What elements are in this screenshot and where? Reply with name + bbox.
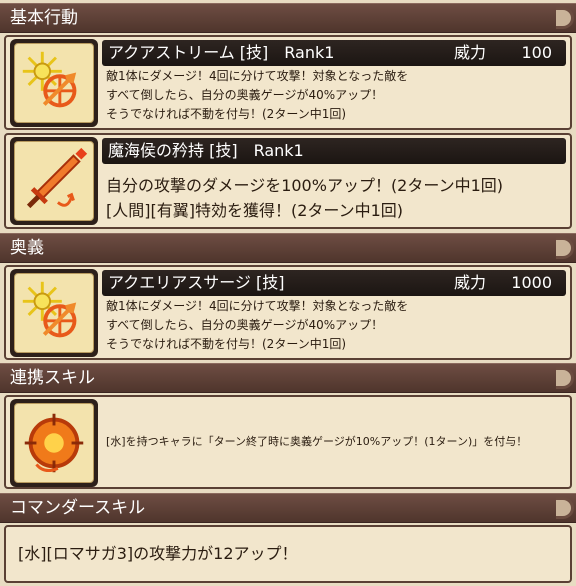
power-value: 1000 xyxy=(511,273,552,292)
section-header-basic: 基本行動 xyxy=(0,3,576,33)
skill-desc-line: 自分の攻撃のダメージを100%アップ！(2ターン中1回) xyxy=(106,176,503,195)
header-ornament xyxy=(556,497,574,519)
water-burst-icon xyxy=(14,273,94,353)
skill-name-bar: アクアストリーム [技] Rank1 威力 100 xyxy=(102,40,566,66)
skill-desc-line: すべて倒したら、自分の奥義ゲージが40%アップ！ xyxy=(106,88,384,102)
section-header-ougi: 奥義 xyxy=(0,233,576,263)
skill-name-bar: 魔海侯の矜持 [技] Rank1 xyxy=(102,138,566,164)
skill-card-makaikou[interactable]: 魔海侯の矜持 [技] Rank1 自分の攻撃のダメージを100%アップ！(2ター… xyxy=(4,133,572,229)
renkei-skill-card[interactable]: [水]を持つキャラに「ターン終了時に奥義ゲージが10%アップ！(1ターン)」を付… xyxy=(4,395,572,489)
skill-card-aqua-stream[interactable]: アクアストリーム [技] Rank1 威力 100 敵1体にダメージ！4回に分け… xyxy=(4,35,572,130)
skill-name: 魔海侯の矜持 [技] Rank1 xyxy=(108,141,304,160)
skill-name: アクアストリーム [技] Rank1 xyxy=(108,43,335,62)
header-ornament xyxy=(556,237,574,259)
water-crest-icon xyxy=(14,403,94,483)
skill-icon-frame xyxy=(10,399,98,487)
skill-name: アクエリアスサージ [技] xyxy=(108,273,285,292)
skill-desc-line: すべて倒したら、自分の奥義ゲージが40%アップ！ xyxy=(106,318,384,332)
section-title: コマンダースキル xyxy=(10,498,146,518)
power-label: 威力 xyxy=(454,273,487,292)
skill-desc-line: そうでなければ不動を付与！(2ターン中1回) xyxy=(106,337,347,351)
commander-skill-card[interactable]: [水][ロマサガ3]の攻撃力が12アップ！ xyxy=(4,525,572,583)
section-title: 基本行動 xyxy=(10,8,78,28)
skill-desc-line: 敵1体にダメージ！4回に分けて攻撃！対象となった敵を xyxy=(106,299,409,313)
skill-icon-frame xyxy=(10,269,98,357)
water-burst-icon xyxy=(14,43,94,123)
header-ornament xyxy=(556,7,574,29)
power-label: 威力 xyxy=(454,43,487,62)
commander-desc: [水][ロマサガ3]の攻撃力が12アップ！ xyxy=(18,544,298,563)
skill-desc-line: [人間][有翼]特効を獲得！(2ターン中1回) xyxy=(106,201,404,220)
renkei-desc: [水]を持つキャラに「ターン終了時に奥義ゲージが10%アップ！(1ターン)」を付… xyxy=(106,435,528,448)
section-title: 連携スキル xyxy=(10,368,95,388)
skill-desc-line: 敵1体にダメージ！4回に分けて攻撃！対象となった敵を xyxy=(106,69,409,83)
skill-icon-frame xyxy=(10,39,98,127)
sword-icon xyxy=(14,141,94,221)
skill-icon-frame xyxy=(10,137,98,225)
skill-name-bar: アクエリアスサージ [技] 威力 1000 xyxy=(102,270,566,296)
skill-card-aquarius-surge[interactable]: アクエリアスサージ [技] 威力 1000 敵1体にダメージ！4回に分けて攻撃！… xyxy=(4,265,572,360)
power-value: 100 xyxy=(521,43,552,62)
section-header-commander: コマンダースキル xyxy=(0,493,576,523)
section-title: 奥義 xyxy=(10,238,44,258)
skill-desc-line: そうでなければ不動を付与！(2ターン中1回) xyxy=(106,107,347,121)
header-ornament xyxy=(556,367,574,389)
section-header-renkei: 連携スキル xyxy=(0,363,576,393)
